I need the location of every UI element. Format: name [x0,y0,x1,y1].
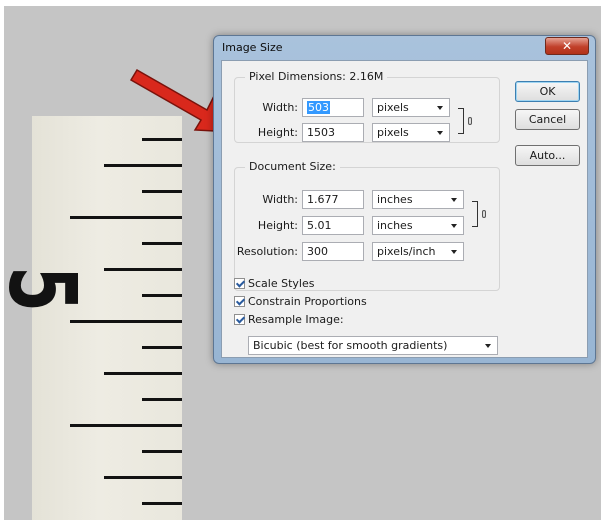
resolution-input[interactable]: 300 [302,242,364,261]
chevron-down-icon [485,344,491,348]
resample-image-checkbox[interactable]: Resample Image: [234,313,344,326]
ok-button[interactable]: OK [515,81,580,102]
pixel-width-label: Width: [262,101,298,114]
ruler-tick [142,502,182,505]
constrain-proportions-checkbox[interactable]: Constrain Proportions [234,295,367,308]
chevron-down-icon [437,131,443,135]
pixel-width-unit-select[interactable]: pixels [372,98,450,117]
pixel-height-unit: pixels [377,126,409,139]
resolution-unit-select[interactable]: pixels/inch [372,242,464,261]
ruler-numeral: 5 [4,266,96,312]
ruler-tick [104,268,182,271]
pixel-height-value: 1503 [307,126,335,139]
constrain-proportions-label: Constrain Proportions [248,295,367,308]
scale-styles-checkbox[interactable]: Scale Styles [234,277,314,290]
ruler-tick [104,164,182,167]
dialog-body: Pixel Dimensions: 2.16M Width: 503 pixel… [221,60,588,358]
chain-link-icon [482,210,486,218]
ruler-tick [142,294,182,297]
auto-button[interactable]: Auto... [515,145,580,166]
pixel-dimensions-legend: Pixel Dimensions: 2.16M [245,70,388,83]
chevron-down-icon [451,224,457,228]
title-bar[interactable]: Image Size ✕ [214,36,595,60]
resample-image-label: Resample Image: [248,313,344,326]
resolution-unit: pixels/inch [377,245,436,258]
doc-width-value: 1.677 [307,193,339,206]
ruler-tick [104,476,182,479]
ruler-tick [70,320,182,323]
pixel-height-label: Height: [257,126,298,139]
checkbox-checked-icon [234,314,245,325]
pixel-height-unit-select[interactable]: pixels [372,123,450,142]
doc-width-label: Width: [262,193,298,206]
ruler-tick [142,242,182,245]
ruler-tick [142,138,182,141]
cancel-button[interactable]: Cancel [515,109,580,130]
image-size-dialog: Image Size ✕ Pixel Dimensions: 2.16M Wid… [213,35,596,364]
chevron-down-icon [451,198,457,202]
doc-width-unit: inches [377,193,413,206]
resample-method-select[interactable]: Bicubic (best for smooth gradients) [248,336,498,355]
dialog-title: Image Size [222,41,283,54]
chevron-down-icon [451,250,457,254]
doc-width-input[interactable]: 1.677 [302,190,364,209]
close-icon: ✕ [561,39,573,53]
ruler-tick [142,190,182,193]
checkbox-checked-icon [234,296,245,307]
ruler-tick [104,372,182,375]
doc-link-bracket [472,201,478,227]
doc-height-input[interactable]: 5.01 [302,216,364,235]
pixel-width-value: 503 [307,101,330,114]
resolution-label: Resolution: [236,245,298,258]
ruler-tick [142,450,182,453]
checkbox-checked-icon [234,278,245,289]
doc-height-unit-select[interactable]: inches [372,216,464,235]
ruler-tick [70,424,182,427]
doc-height-unit: inches [377,219,413,232]
pixel-width-unit: pixels [377,101,409,114]
chain-link-icon [468,117,472,125]
pixel-width-input[interactable]: 503 [302,98,364,117]
ruler-photo: 5 [4,116,182,520]
doc-height-value: 5.01 [307,219,332,232]
doc-width-unit-select[interactable]: inches [372,190,464,209]
scale-styles-label: Scale Styles [248,277,315,290]
resolution-value: 300 [307,245,328,258]
doc-height-label: Height: [257,219,298,232]
ruler-tick [142,346,182,349]
ruler-tick [70,216,182,219]
chevron-down-icon [437,106,443,110]
photoshop-canvas: 5 Image Size ✕ Pixel Dimensions: [4,6,601,520]
close-button[interactable]: ✕ [545,37,589,55]
document-size-legend: Document Size: [245,160,340,173]
pixel-height-input[interactable]: 1503 [302,123,364,142]
ruler-tick [142,398,182,401]
resample-method: Bicubic (best for smooth gradients) [253,339,448,352]
pixel-link-bracket [458,108,464,134]
